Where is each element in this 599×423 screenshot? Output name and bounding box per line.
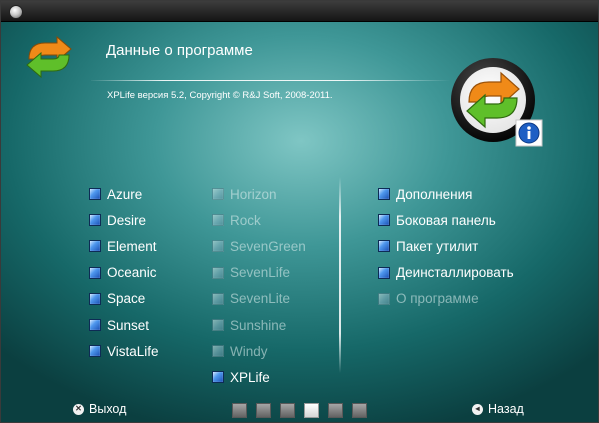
action-item-sidebar[interactable]: Боковая панель (378, 207, 514, 233)
bullet-icon (89, 292, 101, 305)
theme-item-sevengreen: SevenGreen (212, 233, 306, 259)
xplife-small-logo-icon (26, 35, 72, 79)
bullet-icon (212, 214, 224, 227)
action-item-about: О программе (378, 286, 514, 312)
theme-item-sunshine: Sunshine (212, 312, 306, 338)
theme-item-windy: Windy (212, 338, 306, 364)
bullet-icon (212, 319, 224, 332)
theme-item-rock: Rock (212, 207, 306, 233)
bullet-icon (378, 214, 390, 227)
theme-item-element[interactable]: Element (89, 233, 159, 259)
close-circle-icon: ✕ (73, 403, 84, 415)
window-menu-orb-icon[interactable] (9, 5, 23, 19)
bullet-icon (212, 188, 224, 201)
theme-item-sunset[interactable]: Sunset (89, 312, 159, 338)
theme-item-space[interactable]: Space (89, 286, 159, 312)
version-copyright-text: XPLife версия 5.2, Copyright © R&J Soft,… (107, 90, 333, 101)
bullet-icon (378, 240, 390, 253)
theme-item-desire[interactable]: Desire (89, 207, 159, 233)
bullet-icon (212, 266, 224, 279)
bullet-icon (89, 188, 101, 201)
bullet-icon (89, 319, 101, 332)
xplife-logo-info-icon (451, 58, 543, 147)
actions-column: Дополнения Боковая панель Пакет утилит Д… (378, 181, 514, 312)
bullet-icon (378, 188, 390, 201)
bullet-icon (89, 214, 101, 227)
theme-item-oceanic[interactable]: Oceanic (89, 260, 159, 286)
themes-column-left: Azure Desire Element Oceanic Space Sunse… (89, 181, 159, 364)
header-divider (91, 80, 451, 81)
bullet-icon (212, 345, 224, 358)
back-circle-icon: ◂ (472, 403, 483, 415)
action-item-uninstall[interactable]: Деинсталлировать (378, 260, 514, 286)
bullet-icon (89, 266, 101, 279)
theme-item-azure[interactable]: Azure (89, 181, 159, 207)
bullet-icon (89, 345, 101, 358)
theme-item-horizon: Horizon (212, 181, 306, 207)
page-square-2[interactable] (256, 403, 271, 418)
page-title: Данные о программе (106, 42, 253, 59)
theme-item-sevenlife: SevenLife (212, 260, 306, 286)
column-divider (339, 177, 341, 373)
page-square-6[interactable] (352, 403, 367, 418)
bullet-icon (212, 240, 224, 253)
title-bar[interactable] (1, 1, 598, 22)
page-square-4-active[interactable] (304, 403, 319, 418)
page-square-3[interactable] (280, 403, 295, 418)
bullet-icon (212, 292, 224, 305)
bullet-icon (212, 371, 224, 384)
bullet-icon (89, 240, 101, 253)
installer-window: Данные о программе XPLife версия 5.2, Co… (0, 0, 599, 423)
exit-button[interactable]: ✕ Выход (73, 402, 126, 416)
bullet-icon (378, 292, 390, 305)
theme-item-vistalife[interactable]: VistaLife (89, 338, 159, 364)
bullet-icon (378, 266, 390, 279)
back-button[interactable]: ◂ Назад (472, 402, 524, 416)
themes-column-right: Horizon Rock SevenGreen SevenLife SevenL… (212, 181, 306, 391)
page-square-5[interactable] (328, 403, 343, 418)
action-item-utilities[interactable]: Пакет утилит (378, 233, 514, 259)
page-square-1[interactable] (232, 403, 247, 418)
theme-item-sevenlite: SevenLite (212, 286, 306, 312)
action-item-addons[interactable]: Дополнения (378, 181, 514, 207)
page-indicator (232, 403, 376, 418)
theme-item-xplife[interactable]: XPLife (212, 364, 306, 390)
